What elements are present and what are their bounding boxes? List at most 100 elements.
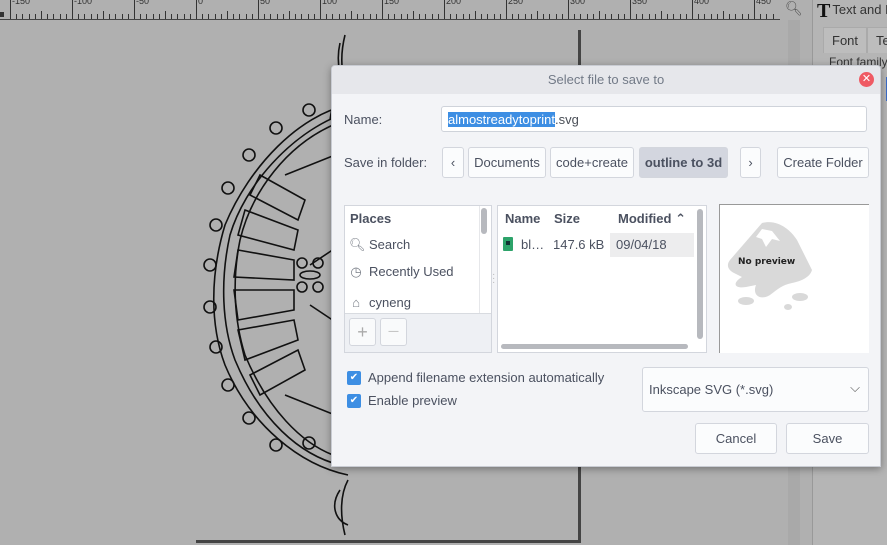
column-size[interactable]: Size bbox=[554, 211, 580, 226]
ruler-tick bbox=[183, 14, 185, 19]
no-preview-text: No preview bbox=[738, 257, 796, 267]
add-bookmark-button[interactable]: + bbox=[349, 318, 376, 346]
ruler-tick bbox=[289, 11, 290, 19]
ruler-tick bbox=[704, 14, 706, 19]
ruler-tick bbox=[413, 11, 414, 19]
append-extension-label[interactable]: Append filename extension automatically bbox=[368, 370, 604, 385]
ruler-tick bbox=[344, 14, 346, 19]
file-list-horizontal-scrollbar[interactable] bbox=[501, 344, 688, 349]
path-back-button[interactable]: ‹ bbox=[442, 147, 464, 178]
ruler-label: 50 bbox=[260, 0, 271, 6]
ruler-tick bbox=[580, 14, 582, 19]
cancel-button[interactable]: Cancel bbox=[695, 423, 777, 454]
append-extension-checkbox[interactable]: ✔ bbox=[347, 371, 361, 385]
home-icon: ⌂ bbox=[352, 295, 360, 310]
places-item-search[interactable]: 🔍︎ Search bbox=[349, 237, 410, 253]
ruler-tick bbox=[499, 14, 501, 19]
filename-selected-text: almostreadytoprint bbox=[448, 112, 555, 127]
file-type-dropdown[interactable]: Inkscape SVG (*.svg) ⌵ bbox=[642, 367, 869, 412]
ruler-tick bbox=[270, 14, 272, 19]
ruler-tick bbox=[22, 14, 24, 19]
ruler-tick bbox=[103, 11, 104, 19]
ruler-tick bbox=[301, 14, 303, 19]
places-scrollbar[interactable] bbox=[481, 208, 487, 234]
pane-resize-handle[interactable]: · · · bbox=[492, 270, 495, 288]
ruler-tick bbox=[679, 14, 681, 19]
ruler-tick bbox=[506, 0, 507, 19]
ruler-tick bbox=[685, 14, 687, 19]
ruler-tick bbox=[307, 14, 309, 19]
ruler-tick bbox=[394, 14, 396, 19]
minus-icon: — bbox=[388, 326, 399, 337]
filename-extension-text: .svg bbox=[554, 112, 579, 127]
dock-title: TText and Font bbox=[817, 0, 887, 23]
places-separator bbox=[479, 206, 480, 314]
ruler-tick bbox=[208, 14, 210, 19]
ruler-tick bbox=[667, 14, 669, 19]
ruler-tick bbox=[47, 14, 49, 19]
mandala-drawing[interactable] bbox=[190, 25, 350, 545]
places-toolbar: + — bbox=[345, 313, 491, 352]
path-outline-to-3d[interactable]: outline to 3d bbox=[639, 147, 728, 178]
path-documents[interactable]: Documents bbox=[468, 147, 546, 178]
ruler-tick bbox=[239, 14, 241, 19]
create-folder-button[interactable]: Create Folder bbox=[777, 147, 869, 178]
ruler-tick bbox=[28, 14, 30, 19]
ruler-label: -150 bbox=[12, 0, 31, 6]
save-button[interactable]: Save bbox=[786, 423, 869, 454]
horizontal-ruler[interactable]: -150 -100 -50 0 50 100 150 200 250 300 350 400 450 bbox=[0, 0, 780, 20]
plus-icon: + bbox=[357, 322, 368, 342]
ruler-tick bbox=[462, 14, 464, 19]
ruler-tick bbox=[481, 14, 483, 19]
ruler-tick bbox=[220, 14, 222, 19]
ruler-label: 200 bbox=[446, 0, 462, 6]
remove-bookmark-button[interactable]: — bbox=[380, 318, 407, 346]
column-name[interactable]: Name bbox=[505, 211, 540, 226]
ruler-tick bbox=[90, 14, 92, 19]
ruler-tick bbox=[444, 0, 445, 19]
ruler-tick bbox=[661, 11, 662, 19]
ruler-tick bbox=[41, 11, 42, 19]
dialog-titlebar[interactable]: Select file to save to ✕ bbox=[332, 66, 880, 94]
ruler-tick bbox=[623, 14, 625, 19]
ruler-tick bbox=[34, 14, 36, 19]
ruler-tick bbox=[747, 14, 749, 19]
file-list-vertical-scrollbar[interactable] bbox=[697, 209, 703, 339]
tab-font[interactable]: Font bbox=[823, 27, 868, 53]
ruler-tick bbox=[524, 14, 526, 19]
ruler-tick bbox=[574, 14, 576, 19]
chevron-left-icon: ‹ bbox=[450, 155, 456, 170]
svg-file-icon bbox=[503, 237, 513, 251]
filename-input[interactable]: almostreadytoprint.svg bbox=[441, 106, 867, 132]
checkmark-icon: ✔ bbox=[349, 372, 359, 383]
ruler-label: -50 bbox=[136, 0, 150, 6]
zoom-icon[interactable]: 🔍︎ bbox=[785, 0, 805, 18]
ruler-label: 100 bbox=[322, 0, 338, 6]
dock-title-label: Text and Font bbox=[832, 2, 887, 17]
ruler-tick bbox=[487, 14, 489, 19]
ruler-tick bbox=[512, 14, 514, 19]
ruler-tick bbox=[72, 0, 73, 19]
ruler-tick bbox=[642, 14, 644, 19]
ruler-tick bbox=[127, 14, 129, 19]
ruler-tick bbox=[357, 14, 359, 19]
sort-ascending-icon: ⌃ bbox=[675, 211, 686, 226]
enable-preview-label[interactable]: Enable preview bbox=[368, 393, 457, 408]
close-icon: ✕ bbox=[861, 73, 872, 85]
places-item-recently-used[interactable]: ◷ Recently Used bbox=[349, 264, 453, 280]
ruler-tick bbox=[766, 14, 768, 19]
path-forward-button[interactable]: › bbox=[740, 147, 761, 178]
ruler-label: 450 bbox=[756, 0, 772, 6]
ruler-label: 400 bbox=[694, 0, 710, 6]
path-code-create[interactable]: code+create bbox=[550, 147, 634, 178]
enable-preview-checkbox[interactable]: ✔ bbox=[347, 394, 361, 408]
column-modified[interactable]: Modified ⌃ bbox=[618, 211, 686, 227]
preview-pane: No preview bbox=[719, 204, 869, 353]
file-row[interactable]: bl… 147.6 kB 09/04/18 bbox=[498, 233, 694, 257]
tab-text[interactable]: Text bbox=[867, 27, 887, 53]
text-tool-icon: T bbox=[817, 0, 831, 22]
close-button[interactable]: ✕ bbox=[859, 72, 874, 87]
ruler-tick bbox=[475, 11, 476, 19]
places-item-home[interactable]: ⌂ cyneng bbox=[349, 295, 411, 310]
save-file-dialog: Select file to save to ✕ Name: almostrea… bbox=[331, 65, 881, 467]
